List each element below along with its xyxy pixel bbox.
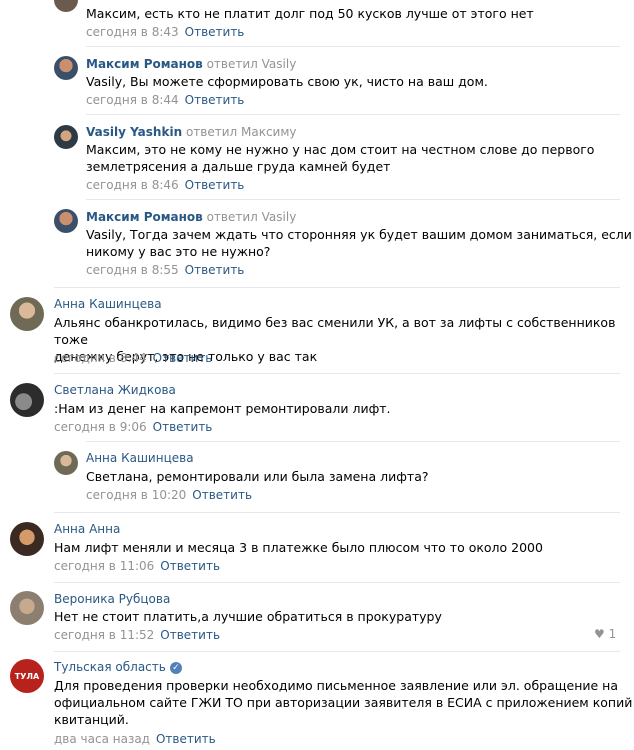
reply-button[interactable]: Ответить <box>153 351 213 365</box>
avatar[interactable] <box>54 125 78 149</box>
author-line: Анна Кашинцева <box>54 297 162 312</box>
comment-text: Vasily, Вы можете сформировать свою ук, … <box>86 74 488 89</box>
author-line: Анна Кашинцева <box>86 451 194 466</box>
avatar[interactable] <box>10 297 44 331</box>
comment-meta: сегодня в 8:44 Ответить <box>54 351 212 366</box>
divider <box>86 199 620 200</box>
avatar[interactable]: ТУЛА <box>10 659 44 693</box>
timestamp[interactable]: сегодня в 11:06 <box>54 559 154 573</box>
reply-button[interactable]: Ответить <box>185 263 245 277</box>
author-name[interactable]: Максим Романов <box>86 210 203 224</box>
avatar[interactable] <box>54 209 78 233</box>
heart-icon: ♥ <box>594 627 605 641</box>
author-name[interactable]: Тульская область <box>54 660 166 674</box>
divider <box>54 373 620 374</box>
author-line: Светлана Жидкова <box>54 383 176 398</box>
comment-meta: сегодня в 11:06 Ответить <box>54 559 220 574</box>
author-name[interactable]: Анна Кашинцева <box>86 451 194 465</box>
author-name[interactable]: Максим Романов <box>86 57 203 71</box>
comment-text: :Нам из денег на капремонт ремонтировали… <box>54 401 391 416</box>
comment-meta: сегодня в 8:55 Ответить <box>86 263 244 278</box>
comment-text: Максим, есть кто не платит долг под 50 к… <box>86 6 534 21</box>
replied-to[interactable]: ответил Максиму <box>186 125 297 139</box>
divider <box>86 46 620 47</box>
divider <box>54 651 620 652</box>
timestamp[interactable]: сегодня в 8:44 <box>86 93 179 107</box>
author-line: Vasily Yashkin ответил Максиму <box>86 125 297 140</box>
reply-button[interactable]: Ответить <box>185 178 245 192</box>
author-line: Тульская область ✓ <box>54 660 182 675</box>
comment-meta: два часа назад Ответить <box>54 732 216 747</box>
author-name[interactable]: Светлана Жидкова <box>54 383 176 397</box>
like-button[interactable]: ♥ 1 <box>594 627 616 641</box>
comment-text: Нет не стоит платить,а лучшие обратиться… <box>54 609 442 624</box>
avatar[interactable] <box>54 451 78 475</box>
author-name[interactable]: Vasily Yashkin <box>86 125 182 139</box>
author-name[interactable]: Анна Анна <box>54 522 120 536</box>
reply-button[interactable]: Ответить <box>156 732 216 746</box>
replied-to[interactable]: ответил Vasily <box>207 210 297 224</box>
divider <box>54 582 620 583</box>
comment-text: Максим, это не кому не нужно у нас дом с… <box>86 142 595 174</box>
replied-to[interactable]: ответил Vasily <box>207 57 297 71</box>
verified-icon: ✓ <box>169 661 182 674</box>
timestamp[interactable]: сегодня в 8:43 <box>86 25 179 39</box>
reply-button[interactable]: Ответить <box>160 559 220 573</box>
divider <box>54 512 620 513</box>
comment-text: Для проведения проверки необходимо письм… <box>54 678 633 727</box>
author-line: Вероника Рубцова <box>54 592 170 607</box>
comment-meta: сегодня в 9:06 Ответить <box>54 420 212 435</box>
timestamp[interactable]: сегодня в 9:06 <box>54 420 147 434</box>
comment-text: Светлана, ремонтировали или была замена … <box>86 469 429 484</box>
comment-meta: сегодня в 8:46 Ответить <box>86 178 244 193</box>
author-line: Анна Анна <box>54 522 120 537</box>
comment-meta: сегодня в 10:20 Ответить <box>86 488 252 503</box>
author-name[interactable]: Анна Кашинцева <box>54 297 162 311</box>
avatar[interactable] <box>54 0 78 12</box>
timestamp[interactable]: сегодня в 8:55 <box>86 263 179 277</box>
timestamp[interactable]: сегодня в 8:46 <box>86 178 179 192</box>
comment-text: Vasily, Тогда зачем ждать что сторонняя … <box>86 227 632 259</box>
avatar[interactable] <box>10 522 44 556</box>
timestamp[interactable]: сегодня в 11:52 <box>54 628 154 642</box>
avatar-logo-text: ТУЛА <box>14 671 40 681</box>
author-name[interactable]: Вероника Рубцова <box>54 592 170 606</box>
divider <box>54 287 620 288</box>
timestamp[interactable]: два часа назад <box>54 732 150 746</box>
avatar[interactable] <box>54 56 78 80</box>
comment-meta: сегодня в 11:52 Ответить <box>54 628 220 643</box>
divider <box>86 114 620 115</box>
comment-text: Нам лифт меняли и месяца 3 в платежке бы… <box>54 540 543 555</box>
author-line: Максим Романов ответил Vasily <box>86 210 296 225</box>
reply-button[interactable]: Ответить <box>185 25 245 39</box>
reply-button[interactable]: Ответить <box>185 93 245 107</box>
avatar[interactable] <box>10 383 44 417</box>
reply-button[interactable]: Ответить <box>160 628 220 642</box>
like-count: 1 <box>608 627 617 641</box>
reply-button[interactable]: Ответить <box>192 488 252 502</box>
comment-meta: сегодня в 8:44 Ответить <box>86 93 244 108</box>
timestamp[interactable]: сегодня в 8:44 <box>54 351 147 365</box>
timestamp[interactable]: сегодня в 10:20 <box>86 488 186 502</box>
avatar[interactable] <box>10 591 44 625</box>
comment-meta: сегодня в 8:43 Ответить <box>86 25 244 40</box>
reply-button[interactable]: Ответить <box>153 420 213 434</box>
divider <box>86 441 620 442</box>
author-line: Максим Романов ответил Vasily <box>86 57 296 72</box>
